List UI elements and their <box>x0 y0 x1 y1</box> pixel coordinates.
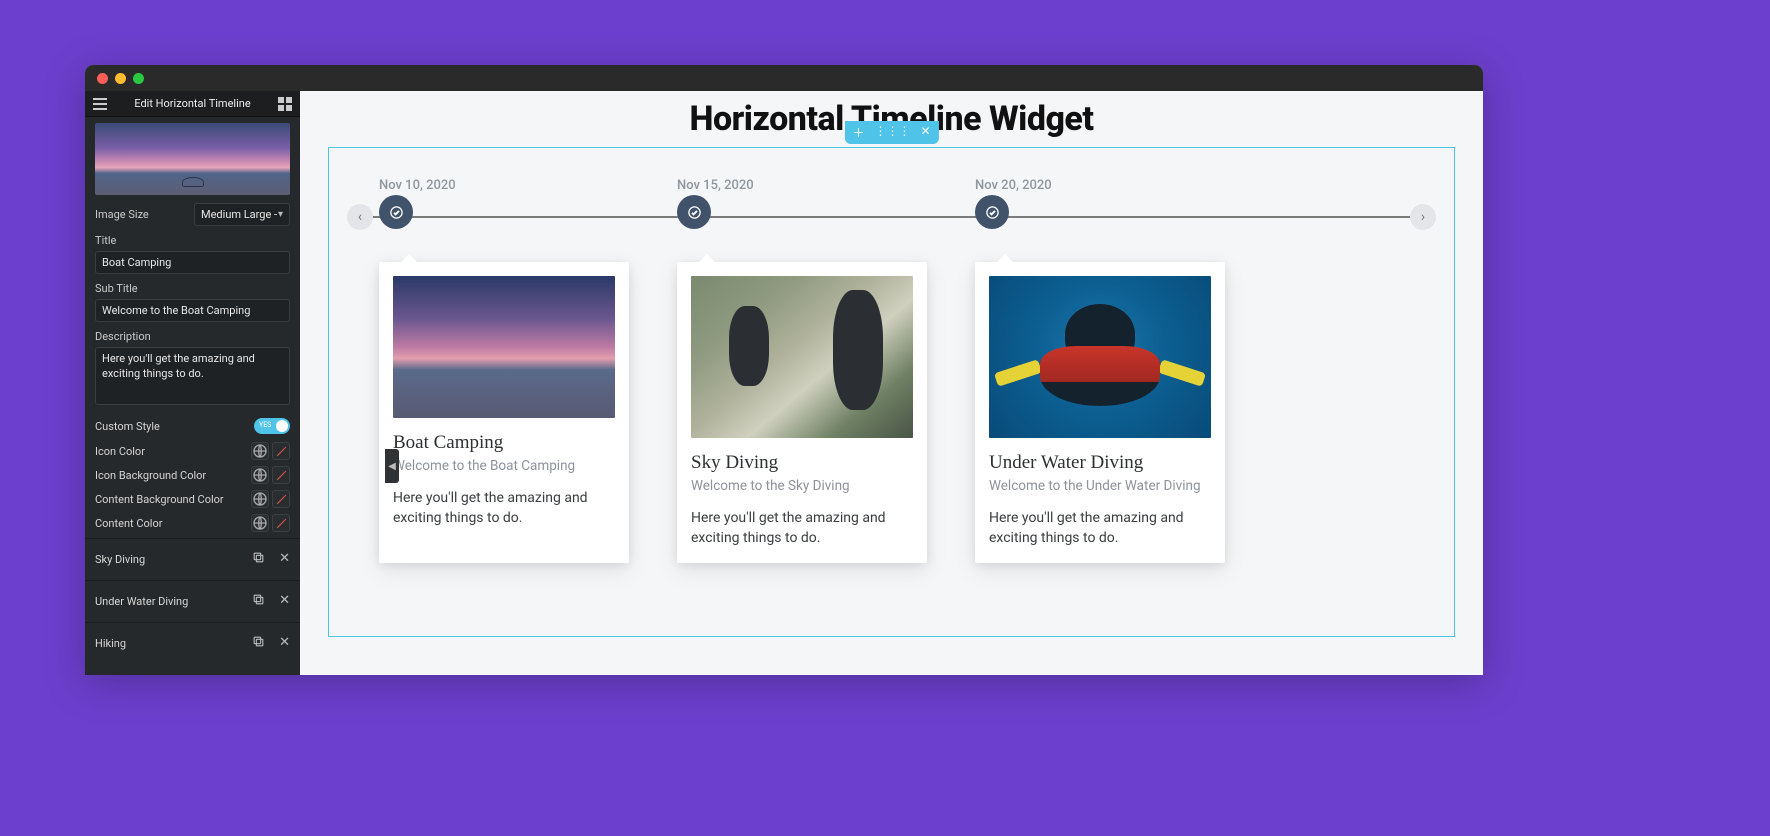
subtitle-input[interactable] <box>95 299 290 322</box>
item-row-label: Hiking <box>95 637 126 650</box>
node-date: Nov 15, 2020 <box>677 178 927 193</box>
image-size-select[interactable]: Medium Large - ▾ <box>194 203 290 226</box>
duplicate-icon[interactable] <box>252 551 265 568</box>
image-size-label: Image Size <box>95 208 149 221</box>
node-marker <box>677 195 711 229</box>
card-subtitle: Welcome to the Boat Camping <box>393 458 615 474</box>
timeline-item-row[interactable]: Sky Diving ✕ <box>85 538 300 580</box>
card-subtitle: Welcome to the Sky Diving <box>691 478 913 494</box>
section-edit-toolbar: ＋ ⋮⋮⋮ ✕ <box>844 121 938 144</box>
card-image <box>989 276 1211 438</box>
node-marker <box>379 195 413 229</box>
sidebar-header: Edit Horizontal Timeline <box>85 91 300 117</box>
color-row-label: Content Color <box>95 517 162 530</box>
color-picker-icon[interactable] <box>272 442 290 460</box>
preview-canvas: Horizontal Timeline Widget ＋ ⋮⋮⋮ ✕ ‹ › N… <box>300 91 1483 675</box>
sidebar-content: Image Size Medium Large - ▾ Title Sub Ti… <box>85 117 300 674</box>
sidebar-collapse-handle[interactable]: ◀ <box>385 449 399 483</box>
window-maximize-dot[interactable] <box>133 73 144 84</box>
sidebar-title: Edit Horizontal Timeline <box>134 97 250 110</box>
image-size-value: Medium Large - <box>201 208 277 221</box>
node-marker <box>975 195 1009 229</box>
globe-icon[interactable] <box>251 442 269 460</box>
description-textarea[interactable]: Here you'll get the amazing and exciting… <box>95 347 290 405</box>
color-row: Icon Color <box>95 442 290 460</box>
close-section-icon[interactable]: ✕ <box>920 124 930 141</box>
apps-grid-icon[interactable] <box>278 97 292 111</box>
window-minimize-dot[interactable] <box>115 73 126 84</box>
card-title: Sky Diving <box>691 452 913 474</box>
card-description: Here you'll get the amazing and exciting… <box>989 508 1211 549</box>
card-subtitle: Welcome to the Under Water Diving <box>989 478 1211 494</box>
card-description: Here you'll get the amazing and exciting… <box>691 508 913 549</box>
color-picker-icon[interactable] <box>272 514 290 532</box>
card-image <box>393 276 615 418</box>
node-date: Nov 10, 2020 <box>379 178 629 193</box>
chevron-down-icon: ▾ <box>278 209 283 220</box>
globe-icon[interactable] <box>251 466 269 484</box>
app-window: Edit Horizontal Timeline Image Size Medi… <box>85 65 1483 675</box>
card-title: Under Water Diving <box>989 452 1211 474</box>
card-image <box>691 276 913 438</box>
custom-style-toggle[interactable]: YES <box>254 418 290 434</box>
timeline-next-button[interactable]: › <box>1410 204 1436 230</box>
delete-icon[interactable]: ✕ <box>279 635 290 652</box>
color-row-label: Icon Background Color <box>95 469 206 482</box>
timeline-widget[interactable]: ‹ › Nov 10, 2020 Nov 15, 2020 Nov 20, 20… <box>328 147 1455 637</box>
window-close-dot[interactable] <box>97 73 108 84</box>
window-titlebar <box>85 65 1483 91</box>
globe-icon[interactable] <box>251 490 269 508</box>
timeline-node[interactable]: Nov 15, 2020 <box>677 178 927 229</box>
duplicate-icon[interactable] <box>252 593 265 610</box>
timeline-track: ‹ › Nov 10, 2020 Nov 15, 2020 Nov 20, 20… <box>357 178 1426 248</box>
toggle-label: YES <box>259 421 271 429</box>
timeline-item-row[interactable]: Hiking ✕ <box>85 622 300 664</box>
color-row-label: Icon Color <box>95 445 145 458</box>
timeline-card[interactable]: Boat Camping Welcome to the Boat Camping… <box>379 262 629 563</box>
color-row: Content Color <box>95 514 290 532</box>
delete-icon[interactable]: ✕ <box>279 593 290 610</box>
item-row-label: Under Water Diving <box>95 595 188 608</box>
subtitle-label: Sub Title <box>95 282 290 295</box>
card-description: Here you'll get the amazing and exciting… <box>393 488 615 529</box>
image-thumbnail[interactable] <box>95 123 290 195</box>
description-label: Description <box>95 330 290 343</box>
item-row-label: Sky Diving <box>95 553 145 566</box>
editor-sidebar: Edit Horizontal Timeline Image Size Medi… <box>85 91 300 675</box>
menu-icon[interactable] <box>93 98 107 110</box>
globe-icon[interactable] <box>251 514 269 532</box>
color-picker-icon[interactable] <box>272 466 290 484</box>
custom-style-label: Custom Style <box>95 420 160 433</box>
color-picker-icon[interactable] <box>272 490 290 508</box>
duplicate-icon[interactable] <box>252 635 265 652</box>
title-label: Title <box>95 234 290 247</box>
card-title: Boat Camping <box>393 432 615 454</box>
title-input[interactable] <box>95 251 290 274</box>
color-row-label: Content Background Color <box>95 493 224 506</box>
delete-icon[interactable]: ✕ <box>279 551 290 568</box>
timeline-node[interactable]: Nov 10, 2020 <box>379 178 629 229</box>
node-date: Nov 20, 2020 <box>975 178 1225 193</box>
timeline-item-row[interactable]: Under Water Diving ✕ <box>85 580 300 622</box>
color-row: Icon Background Color <box>95 466 290 484</box>
timeline-card[interactable]: Sky Diving Welcome to the Sky Diving Her… <box>677 262 927 563</box>
timeline-card[interactable]: Under Water Diving Welcome to the Under … <box>975 262 1225 563</box>
timeline-prev-button[interactable]: ‹ <box>347 204 373 230</box>
timeline-node[interactable]: Nov 20, 2020 <box>975 178 1225 229</box>
drag-section-icon[interactable]: ⋮⋮⋮ <box>874 124 910 141</box>
color-row: Content Background Color <box>95 490 290 508</box>
add-section-icon[interactable]: ＋ <box>852 124 864 141</box>
